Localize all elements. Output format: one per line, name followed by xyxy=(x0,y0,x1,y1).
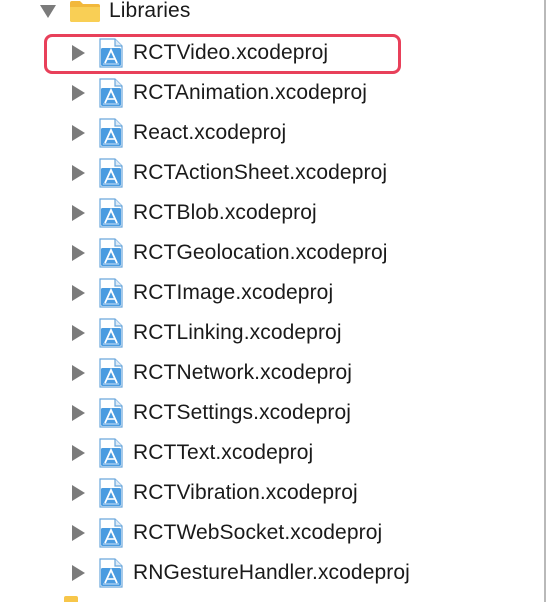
list-item-label: RCTImage.xcodeproj xyxy=(133,281,334,304)
list-item[interactable]: RCTImage.xcodeproj xyxy=(72,278,333,308)
disclosure-collapsed-icon[interactable] xyxy=(72,165,85,181)
xcode-project-icon xyxy=(98,198,124,228)
xcode-project-icon xyxy=(98,158,124,188)
list-item[interactable]: RNGestureHandler.xcodeproj xyxy=(72,558,410,588)
folder-icon xyxy=(69,0,101,23)
disclosure-collapsed-icon[interactable] xyxy=(72,445,85,461)
list-item-label: RCTActionSheet.xcodeproj xyxy=(133,161,388,184)
list-item-label: RCTGeolocation.xcodeproj xyxy=(133,241,388,264)
highlight-annotation xyxy=(44,34,401,74)
xcode-project-icon xyxy=(98,318,124,348)
xcode-project-icon xyxy=(98,438,124,468)
disclosure-collapsed-icon[interactable] xyxy=(72,325,85,341)
disclosure-collapsed-icon[interactable] xyxy=(72,205,85,221)
list-item-label: RCTLinking.xcodeproj xyxy=(133,321,342,344)
list-item[interactable]: RCTGeolocation.xcodeproj xyxy=(72,238,388,268)
libraries-group-label: Libraries xyxy=(109,0,191,22)
list-item[interactable]: RCTSettings.xcodeproj xyxy=(72,398,351,428)
list-item-label: RCTWebSocket.xcodeproj xyxy=(133,521,383,544)
list-item-label: RCTVibration.xcodeproj xyxy=(133,481,358,504)
disclosure-collapsed-icon[interactable] xyxy=(72,525,85,541)
disclosure-collapsed-icon[interactable] xyxy=(72,285,85,301)
list-item-label: RCTAnimation.xcodeproj xyxy=(133,81,368,104)
disclosure-collapsed-icon[interactable] xyxy=(72,245,85,261)
xcode-project-icon xyxy=(98,558,124,588)
xcode-project-icon xyxy=(98,118,124,148)
next-folder-icon xyxy=(64,596,78,602)
list-item[interactable]: RCTLinking.xcodeproj xyxy=(72,318,342,348)
disclosure-collapsed-icon[interactable] xyxy=(72,565,85,581)
xcode-project-icon xyxy=(98,278,124,308)
list-item-label: RCTText.xcodeproj xyxy=(133,441,314,464)
list-item[interactable]: RCTVibration.xcodeproj xyxy=(72,478,358,508)
xcode-project-icon xyxy=(98,478,124,508)
list-item-label: RCTBlob.xcodeproj xyxy=(133,201,317,224)
disclosure-collapsed-icon[interactable] xyxy=(72,85,85,101)
disclosure-collapsed-icon[interactable] xyxy=(72,405,85,421)
disclosure-collapsed-icon[interactable] xyxy=(72,125,85,141)
list-item[interactable]: RCTWebSocket.xcodeproj xyxy=(72,518,382,548)
libraries-group-row[interactable]: Libraries xyxy=(40,0,190,26)
list-item[interactable]: RCTBlob.xcodeproj xyxy=(72,198,317,228)
xcode-project-icon xyxy=(98,358,124,388)
xcode-project-icon xyxy=(98,238,124,268)
list-item-label: RCTSettings.xcodeproj xyxy=(133,401,352,424)
list-item[interactable]: RCTText.xcodeproj xyxy=(72,438,313,468)
list-item-label: RNGestureHandler.xcodeproj xyxy=(133,561,410,584)
xcode-project-icon xyxy=(98,398,124,428)
xcode-project-icon xyxy=(98,518,124,548)
xcode-project-icon xyxy=(98,78,124,108)
pane-divider[interactable] xyxy=(544,0,546,602)
list-item-label: RCTNetwork.xcodeproj xyxy=(133,361,353,384)
list-item[interactable]: RCTNetwork.xcodeproj xyxy=(72,358,352,388)
disclosure-collapsed-icon[interactable] xyxy=(72,365,85,381)
list-item[interactable]: React.xcodeproj xyxy=(72,118,286,148)
project-navigator: Libraries RCTVideo.xcodeproj RCTAnimation… xyxy=(0,0,554,602)
list-item[interactable]: RCTActionSheet.xcodeproj xyxy=(72,158,387,188)
disclosure-expanded-icon[interactable] xyxy=(40,4,56,18)
list-item-label: React.xcodeproj xyxy=(133,121,287,144)
disclosure-collapsed-icon[interactable] xyxy=(72,485,85,501)
list-item[interactable]: RCTAnimation.xcodeproj xyxy=(72,78,367,108)
